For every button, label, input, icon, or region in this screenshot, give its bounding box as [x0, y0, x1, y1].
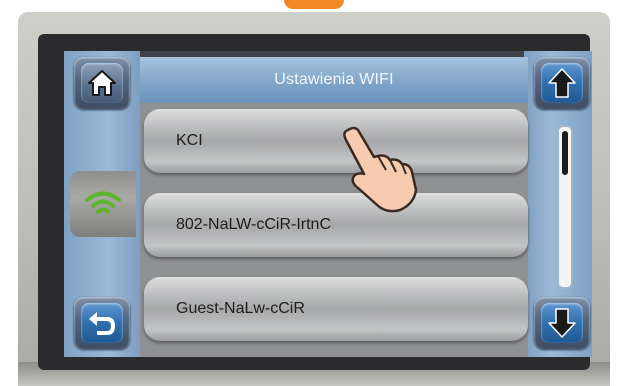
home-button[interactable]	[74, 57, 130, 109]
scrollbar[interactable]	[557, 125, 573, 289]
brand-mark	[284, 0, 344, 9]
wifi-icon	[85, 191, 121, 214]
wifi-settings-tab[interactable]	[70, 171, 136, 237]
page-title: Ustawienia WIFI	[274, 71, 394, 88]
network-item[interactable]: Guest-NaLw-cCiR	[144, 277, 528, 341]
touch-screen: Ustawienia WIFI KCI 802-NaLW-cCiR-IrtnC …	[64, 51, 592, 357]
pointing-hand-icon	[338, 124, 420, 221]
arrow-up-icon	[548, 68, 576, 98]
network-ssid: 802-NaLW-cCiR-IrtnC	[176, 216, 331, 233]
arrow-down-icon	[548, 308, 576, 338]
page-title-bar: Ustawienia WIFI	[140, 57, 528, 103]
home-icon	[88, 70, 116, 96]
network-item[interactable]: KCI	[144, 109, 528, 173]
network-item[interactable]: 802-NaLW-cCiR-IrtnC	[144, 193, 528, 257]
network-ssid: Guest-NaLw-cCiR	[176, 300, 305, 317]
network-ssid: KCI	[176, 132, 203, 149]
back-arrow-icon	[89, 312, 116, 335]
scroll-down-button[interactable]	[534, 297, 590, 349]
scrollbar-thumb[interactable]	[562, 131, 568, 175]
back-button[interactable]	[74, 297, 130, 349]
scroll-up-button[interactable]	[534, 57, 590, 109]
network-list: KCI 802-NaLW-cCiR-IrtnC Guest-NaLw-cCiR	[140, 103, 528, 357]
